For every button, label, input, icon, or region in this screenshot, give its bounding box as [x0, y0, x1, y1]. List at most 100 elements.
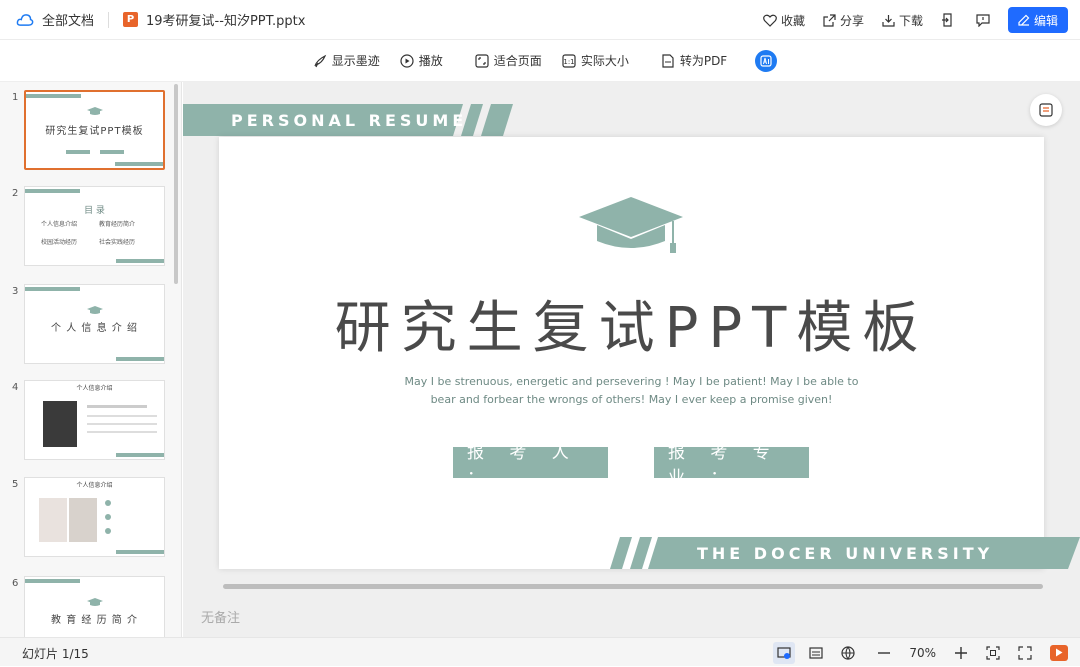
thumb-pill	[100, 150, 124, 154]
share-button[interactable]: 分享	[823, 12, 864, 29]
fit-window-icon	[986, 645, 1000, 660]
reading-view-icon	[809, 646, 823, 659]
comment-button[interactable]	[976, 13, 994, 27]
play-button[interactable]: 播放	[400, 52, 443, 69]
thumbnail-number: 1	[12, 92, 19, 103]
major-box: 报 考 专 业 ：	[654, 443, 809, 488]
slide-thumbnail[interactable]: 研究生复试PPT模板	[24, 90, 165, 170]
thumb-band	[115, 162, 163, 166]
thumb-band	[26, 94, 81, 98]
thumb-title: 个 人 信 息 介 绍	[51, 323, 138, 334]
ai-assistant-button[interactable]	[755, 49, 778, 72]
breadcrumb-all-docs[interactable]: 全部文档	[42, 10, 94, 29]
grad-cap-icon	[86, 107, 103, 115]
thumb-title: 个人信息介绍	[76, 385, 113, 392]
web-view-button[interactable]	[837, 642, 859, 664]
thumb-band	[25, 189, 80, 193]
slide-stage: PERSONAL RESUME 研究生复试PPT模板 May I be stre…	[183, 82, 1080, 637]
thumb-band	[25, 287, 80, 291]
svg-text:1:1: 1:1	[563, 58, 574, 66]
export-button[interactable]	[941, 13, 958, 27]
show-ink-button[interactable]: 显示墨迹	[313, 52, 380, 69]
actual-size-label: 实际大小	[580, 54, 629, 68]
thumb-item: 个人信息介绍	[41, 221, 78, 228]
notes-placeholder[interactable]: 无备注	[201, 607, 240, 626]
bullet-dot	[105, 528, 111, 534]
edit-button[interactable]: 编辑	[1007, 7, 1068, 33]
download-label: 下载	[898, 13, 923, 28]
cloud-icon	[16, 13, 34, 26]
play-circle-icon	[400, 53, 414, 68]
bullet-dot	[105, 514, 111, 520]
divider	[108, 11, 110, 28]
fit-window-button[interactable]	[982, 642, 1004, 664]
file-name: 19考研复试--知汐PPT.pptx	[146, 14, 306, 29]
thumbnail-number: 4	[12, 382, 19, 393]
actual-size-button[interactable]: 1:1 实际大小	[562, 52, 629, 69]
zoom-in-button[interactable]	[950, 642, 972, 664]
thumbnail-number: 5	[12, 479, 19, 490]
top-bar: 全部文档 P 19考研复试--知汐PPT.pptx 收藏 分享 下载 编辑	[0, 0, 1080, 40]
play-label: 播放	[418, 54, 443, 68]
slide-canvas[interactable]: 研究生复试PPT模板 May I be strenuous, energetic…	[219, 137, 1044, 569]
fullscreen-button[interactable]	[1014, 642, 1036, 664]
thumbnail-number: 2	[12, 188, 19, 199]
normal-view-icon	[777, 646, 791, 659]
slide-thumbnail-panel: 1 研究生复试PPT模板 2 目 录 个人信息介绍 教育经历简介 校园活动经历 …	[0, 82, 182, 637]
slide-thumbnail[interactable]: 个人信息介绍	[24, 380, 165, 460]
fit-page-label: 适合页面	[493, 54, 542, 68]
thumb-title: 教 育 经 历 简 介	[51, 615, 138, 626]
slideshow-play-button[interactable]	[1050, 644, 1068, 661]
profile-photo	[43, 401, 77, 447]
slide-thumbnail[interactable]: 个人信息介绍	[24, 477, 165, 557]
edit-label: 编辑	[1033, 13, 1058, 28]
status-bar: 幻灯片 1/15 70%	[0, 637, 1080, 666]
download-button[interactable]: 下载	[882, 12, 923, 29]
pdf-icon	[662, 53, 674, 68]
slide-counter: 幻灯片 1/15	[22, 647, 89, 661]
thumb-band	[116, 550, 164, 554]
bottom-banner-text: THE DOCER UNIVERSITY	[697, 544, 994, 563]
thumb-title: 个人信息介绍	[76, 482, 113, 489]
view-toolbar: 显示墨迹 播放 适合页面 1:1 实际大小 转为PDF	[0, 40, 1080, 82]
favorite-button[interactable]: 收藏	[763, 12, 805, 29]
thumb-pill	[66, 150, 90, 154]
grad-cap-icon	[86, 306, 103, 314]
thumb-text-line	[87, 415, 157, 417]
reading-view-button[interactable]	[805, 642, 827, 664]
thumb-band	[116, 357, 164, 361]
slide-thumbnail[interactable]: 目 录 个人信息介绍 教育经历简介 校园活动经历 社会实践经历	[24, 186, 165, 266]
thumb-title: 研究生复试PPT模板	[45, 126, 144, 137]
grad-cap-icon	[86, 598, 103, 606]
slide-thumbnail[interactable]: 教 育 经 历 简 介	[24, 576, 165, 637]
thumb-item: 校园活动经历	[41, 239, 78, 246]
photo	[69, 498, 97, 542]
ppt-file-icon: P	[123, 12, 139, 27]
comment-icon	[976, 13, 990, 27]
slide-subtitle-line1: May I be strenuous, energetic and persev…	[404, 375, 859, 388]
bullet-dot	[105, 500, 111, 506]
globe-icon	[841, 645, 855, 660]
to-pdf-button[interactable]: 转为PDF	[661, 52, 727, 69]
slide-thumbnail[interactable]: 个 人 信 息 介 绍	[24, 284, 165, 364]
minus-icon	[878, 651, 891, 654]
thumb-item: 教育经历简介	[99, 221, 136, 228]
thumb-band	[116, 259, 164, 263]
fullscreen-icon	[1018, 645, 1032, 660]
horizontal-scrollbar[interactable]	[223, 584, 1043, 589]
sidebar-scrollbar[interactable]	[174, 84, 178, 284]
notes-toggle-button[interactable]	[1030, 94, 1062, 126]
zoom-level[interactable]: 70%	[909, 646, 936, 660]
thumb-band	[116, 453, 164, 457]
fit-page-icon	[475, 53, 489, 68]
export-icon	[941, 13, 952, 27]
applicant-box: 报 考 人 ：	[453, 443, 608, 488]
fit-page-button[interactable]: 适合页面	[475, 52, 542, 69]
thumb-item: 社会实践经历	[99, 239, 136, 246]
actual-size-icon: 1:1	[562, 53, 576, 68]
zoom-out-button[interactable]	[873, 642, 895, 664]
to-pdf-label: 转为PDF	[679, 54, 728, 68]
thumb-text-line	[87, 431, 157, 433]
normal-view-button[interactable]	[773, 641, 796, 664]
favorite-label: 收藏	[780, 13, 805, 28]
